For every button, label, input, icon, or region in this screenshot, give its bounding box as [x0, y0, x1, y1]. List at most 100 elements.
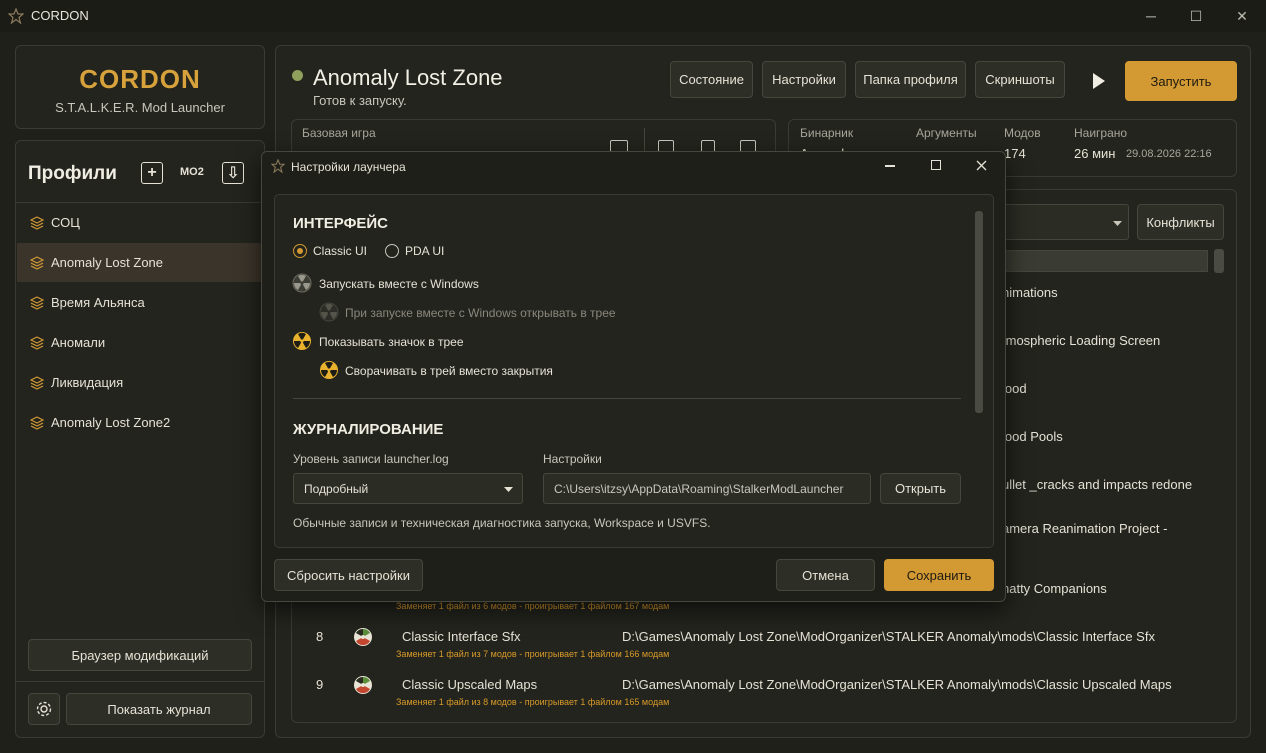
mod-name: Classic Upscaled Maps	[402, 677, 538, 692]
logging-header: ЖУРНАЛИРОВАНИЕ	[293, 421, 444, 438]
dialog-scrollbar[interactable]	[975, 211, 983, 413]
play-icon[interactable]	[1092, 72, 1106, 90]
radiation-icon[interactable]	[353, 675, 373, 695]
profile-folder-button[interactable]: Папка профиля	[855, 61, 966, 98]
layers-icon	[30, 216, 44, 230]
log-level-select[interactable]: Подробный	[293, 473, 523, 504]
show-log-button[interactable]: Показать журнал	[66, 693, 252, 725]
mod-path: D:\Games\Anomaly Lost Zone\ModOrganizer\…	[622, 629, 1155, 644]
mod-name-partial: amera Reanimation Project -	[1002, 521, 1168, 536]
launcher-settings-dialog: Настройки лаунчера ИНТЕРФЕЙС Classic UI …	[261, 151, 1006, 602]
mod-index: 8	[316, 629, 324, 644]
binary-label: Бинарник	[800, 126, 854, 140]
settings-gear-button[interactable]	[28, 693, 60, 725]
brand-name: CORDON	[79, 64, 201, 94]
list-scrollbar[interactable]	[1214, 249, 1224, 273]
pda-ui-radio[interactable]	[385, 244, 399, 258]
profile-label: Время Альянса	[51, 295, 145, 310]
mods-browser-button[interactable]: Браузер модификаций	[28, 639, 252, 671]
profile-label: СОЦ	[51, 215, 80, 230]
radiation-toggle-icon[interactable]	[319, 302, 339, 322]
radiation-toggle-icon[interactable]	[292, 273, 312, 293]
save-button[interactable]: Сохранить	[884, 559, 994, 591]
mod-index: 9	[316, 677, 324, 692]
mods-label: Модов	[1004, 126, 1041, 140]
args-label: Аргументы	[916, 126, 977, 140]
dialog-maximize-button[interactable]	[931, 160, 941, 170]
profile-item-active[interactable]: Anomaly Lost Zone	[17, 243, 264, 282]
profile-label: Anomaly Lost Zone	[51, 255, 164, 270]
profile-title: Anomaly Lost Zone	[313, 65, 503, 90]
close-button[interactable]: ✕	[1219, 0, 1265, 32]
played-date: 29.08.2026 22:16	[1126, 148, 1212, 160]
add-profile-icon[interactable]: +	[141, 162, 163, 184]
brand-panel: CORDON S.T.A.L.K.E.R. Mod Launcher	[15, 45, 265, 129]
profile-item[interactable]: СОЦ	[17, 203, 264, 242]
layers-icon	[30, 296, 44, 310]
mod-conflict-note: Заменяет 1 файл из 6 модов - проигрывает…	[396, 601, 670, 611]
radiation-toggle-icon[interactable]	[319, 360, 339, 380]
mod-path: D:\Games\Anomaly Lost Zone\ModOrganizer\…	[622, 677, 1172, 692]
status-dot	[292, 70, 303, 81]
launch-button[interactable]: Запустить	[1125, 61, 1237, 101]
show-tray-icon-label: Показывать значок в трее	[319, 335, 464, 349]
filter-select[interactable]	[1002, 204, 1129, 240]
mo2-import-button[interactable]: MO2	[180, 166, 204, 178]
profile-label: Ликвидация	[51, 375, 124, 390]
mod-name: Classic Interface Sfx	[402, 629, 521, 644]
conflicts-button[interactable]: Конфликты	[1137, 204, 1224, 240]
profile-label: Anomaly Lost Zone2	[51, 415, 171, 430]
played-value: 26 мин	[1074, 146, 1116, 161]
column-header	[1002, 250, 1208, 272]
profile-item[interactable]: Аномали	[17, 323, 264, 362]
chevron-down-icon	[1113, 221, 1122, 226]
mods-count: 174	[1004, 146, 1026, 161]
layers-icon	[30, 336, 44, 350]
interface-header: ИНТЕРФЕЙС	[293, 215, 389, 232]
profile-item[interactable]: Ликвидация	[17, 363, 264, 402]
settings-path-field[interactable]: C:\Users\itzsy\AppData\Roaming\StalkerMo…	[543, 473, 871, 504]
layers-icon	[30, 376, 44, 390]
radiation-toggle-icon[interactable]	[292, 331, 312, 351]
autostart-label: Запускать вместе с Windows	[319, 277, 479, 291]
app-logo-icon	[271, 159, 285, 173]
app-logo-icon	[8, 8, 24, 24]
dialog-minimize-button[interactable]	[885, 165, 895, 167]
title-bar: CORDON ─ ☐ ✕	[0, 0, 1266, 32]
layers-icon	[30, 416, 44, 430]
import-profile-icon[interactable]: ⇩	[222, 162, 244, 184]
autostart-tray-label: При запуске вместе с Windows открывать в…	[345, 306, 616, 320]
mod-conflict-note: Заменяет 1 файл из 8 модов - проигрывает…	[396, 697, 670, 707]
reset-settings-button[interactable]: Сбросить настройки	[274, 559, 423, 591]
profiles-sidebar: Профили + MO2 ⇩ СОЦ Anomaly Lost Zone Вр…	[15, 140, 265, 738]
maximize-button[interactable]: ☐	[1173, 0, 1219, 32]
classic-ui-radio[interactable]	[293, 244, 307, 258]
settings-button[interactable]: Настройки	[762, 61, 846, 98]
profiles-header: Профили	[28, 163, 117, 184]
mod-name-partial: ullet _cracks and impacts redone	[1002, 477, 1193, 492]
chevron-down-icon	[504, 487, 513, 492]
base-game-label: Базовая игра	[302, 126, 376, 140]
mod-name-partial: nimations	[1002, 285, 1058, 300]
layers-icon	[30, 256, 44, 270]
screenshots-button[interactable]: Скриншоты	[975, 61, 1065, 98]
profile-item[interactable]: Anomaly Lost Zone2	[17, 403, 264, 442]
mod-name-partial: hatty Companions	[1002, 581, 1107, 596]
sidebar-divider	[16, 681, 264, 682]
section-divider	[293, 398, 961, 399]
radiation-icon[interactable]	[353, 627, 373, 647]
profile-item[interactable]: Время Альянса	[17, 283, 264, 322]
dialog-close-button[interactable]	[976, 160, 987, 171]
state-button[interactable]: Состояние	[670, 61, 753, 98]
profile-label: Аномали	[51, 335, 106, 350]
log-level-label: Уровень записи launcher.log	[293, 452, 449, 466]
pda-ui-label: PDA UI	[405, 244, 445, 258]
open-button[interactable]: Открыть	[880, 473, 961, 504]
minimize-button[interactable]: ─	[1128, 0, 1174, 32]
minimize-to-tray-label: Сворачивать в трей вместо закрытия	[345, 364, 553, 378]
log-hint: Обычные записи и техническая диагностика…	[293, 516, 711, 530]
brand-subtitle: S.T.A.L.K.E.R. Mod Launcher	[55, 100, 225, 115]
window-title: CORDON	[31, 8, 89, 23]
cancel-button[interactable]: Отмена	[776, 559, 875, 591]
settings-path-label: Настройки	[543, 452, 602, 466]
